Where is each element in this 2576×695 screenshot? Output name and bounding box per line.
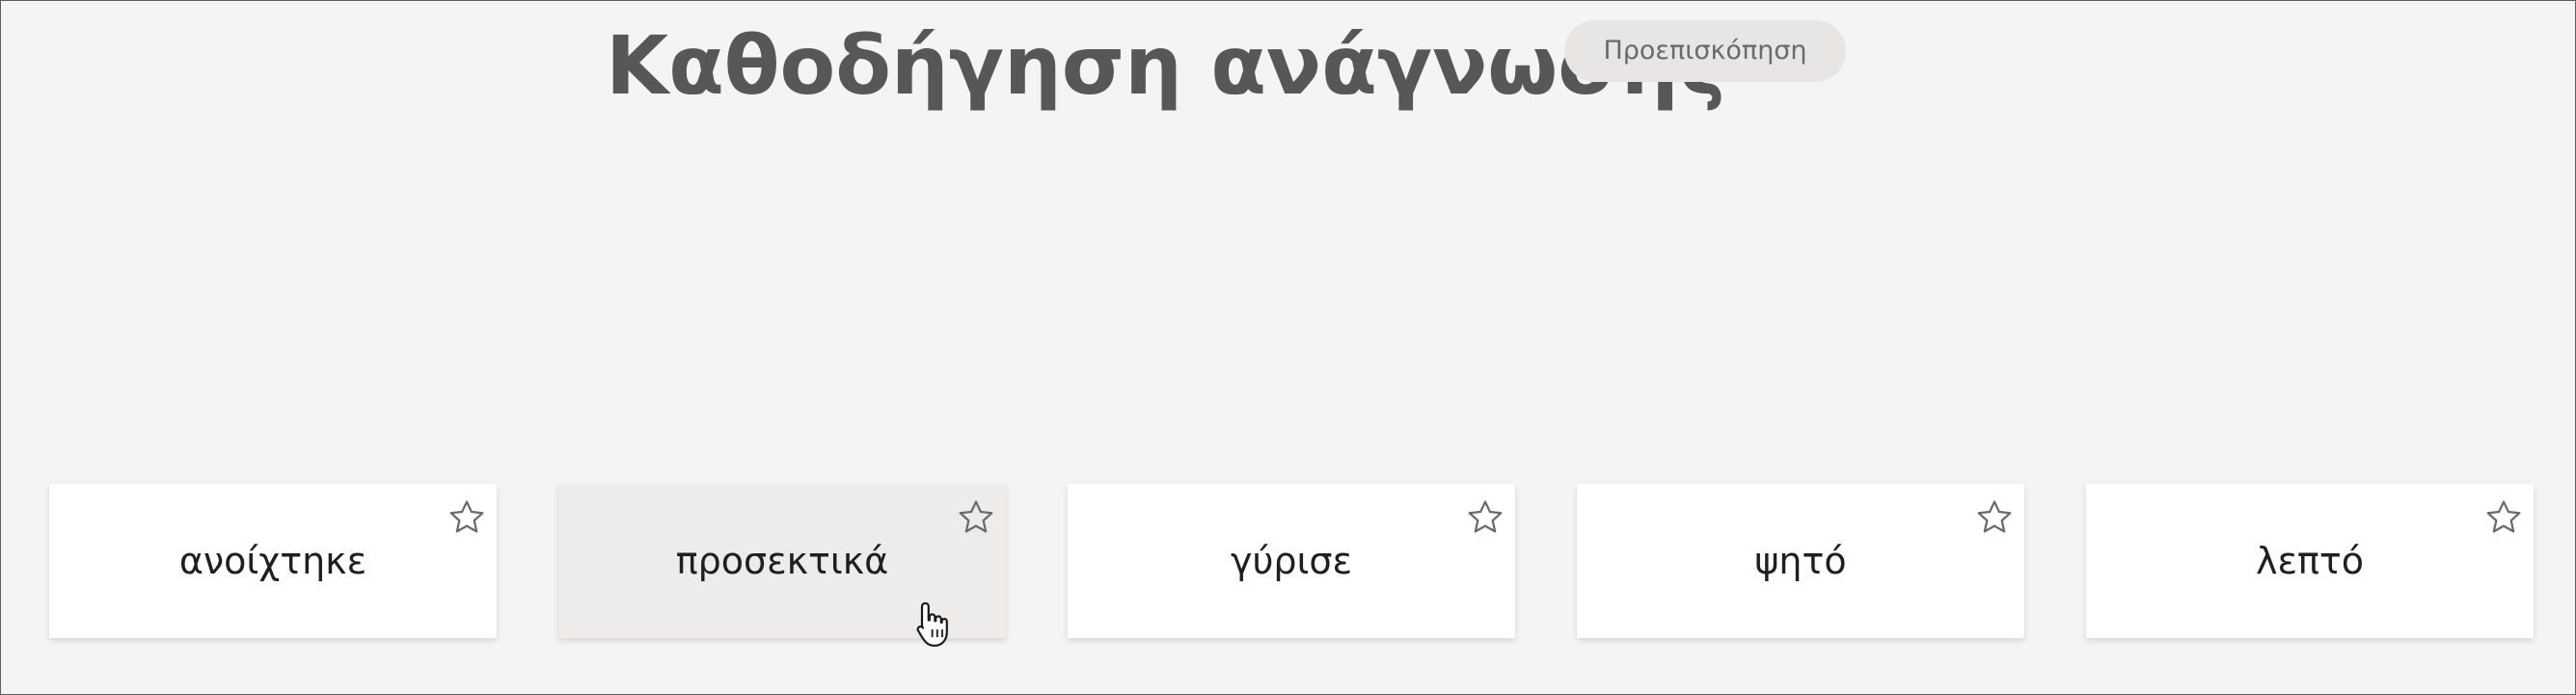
reading-coach-window: Καθοδήγηση ανάγνωσης Προεπισκόπηση ανοίχ… <box>0 0 2576 695</box>
star-outline-icon[interactable] <box>447 497 487 538</box>
preview-button[interactable]: Προεπισκόπηση <box>1564 20 1846 82</box>
word-card-label: γύρισε <box>1230 540 1353 582</box>
word-card-label: προσεκτικά <box>675 540 889 582</box>
word-card-label: ανοίχτηκε <box>178 540 367 582</box>
word-card-label: ψητό <box>1754 540 1847 582</box>
word-card[interactable]: ανοίχτηκε <box>49 484 497 638</box>
word-card[interactable]: γύρισε <box>1068 484 1515 638</box>
word-card[interactable]: λεπτό <box>2086 484 2534 638</box>
star-outline-icon[interactable] <box>1465 497 1505 538</box>
page-title: Καθοδήγηση ανάγνωσης <box>606 18 1727 113</box>
star-outline-icon[interactable] <box>1974 497 2015 538</box>
word-card[interactable]: προσεκτικά <box>558 484 1006 638</box>
word-card[interactable]: ψητό <box>1577 484 2024 638</box>
star-outline-icon[interactable] <box>956 497 996 538</box>
word-card-label: λεπτό <box>2255 540 2365 582</box>
star-outline-icon[interactable] <box>2483 497 2524 538</box>
